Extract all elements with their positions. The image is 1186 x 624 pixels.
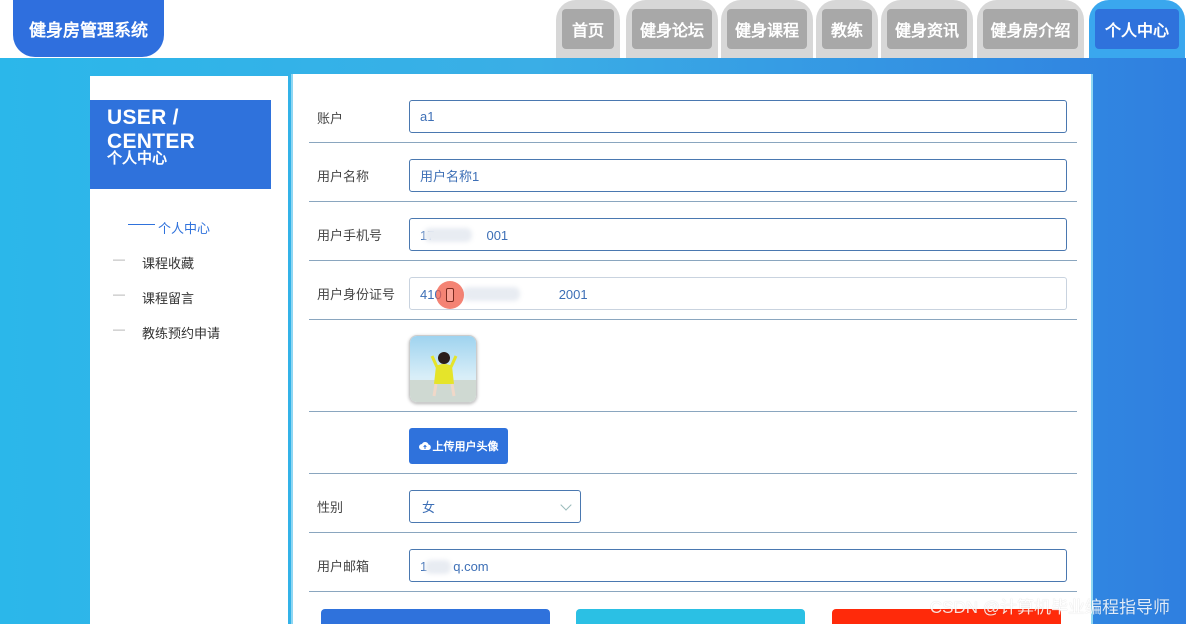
account-label: 账户 — [317, 111, 344, 126]
cursor-indicator — [436, 281, 464, 309]
sidebar-item-label: 课程留言 — [142, 291, 195, 306]
form-row-avatar — [309, 320, 1077, 412]
account-input[interactable]: a1 — [409, 100, 1067, 133]
avatar-photo-icon — [410, 336, 476, 402]
tab-gym-intro-label: 健身房介绍 — [983, 9, 1078, 49]
email-label: 用户邮箱 — [317, 559, 370, 574]
text-cursor-icon — [446, 288, 454, 302]
sidebar-item-course-favorites[interactable]: — 课程收藏 — [90, 249, 288, 271]
form-row-upload: 上传用户头像 — [309, 412, 1077, 474]
change-password-button[interactable] — [576, 609, 805, 624]
tab-gym-intro[interactable]: 健身房介绍 — [977, 0, 1084, 58]
phone-label: 用户手机号 — [317, 228, 383, 243]
tab-news-label: 健身资讯 — [887, 9, 967, 49]
upload-avatar-button[interactable]: 上传用户头像 — [409, 428, 508, 464]
active-indicator — [128, 224, 155, 225]
dash-icon: — — [113, 322, 125, 336]
form-row-account: 账户 a1 — [309, 83, 1077, 143]
gender-value: 女 — [422, 500, 436, 515]
sidebar-item-label: 课程收藏 — [142, 256, 195, 271]
sidebar-item-user-center[interactable]: 个人中心 — [90, 214, 288, 236]
tab-home[interactable]: 首页 — [556, 0, 620, 58]
user-center-subtitle: 个人中心 — [107, 150, 168, 167]
sidebar-item-label: 教练预约申请 — [142, 326, 221, 341]
tab-coaches[interactable]: 教练 — [816, 0, 878, 58]
top-bar: 健身房管理系统 首页 健身论坛 健身课程 教练 健身资讯 健身房介绍 个人中心 — [0, 0, 1186, 58]
username-label: 用户名称 — [317, 169, 370, 184]
user-center-header: USER / CENTER 个人中心 — [90, 100, 271, 189]
watermark: CSDN @计算机毕业编程指导师 — [929, 598, 1170, 617]
tab-courses[interactable]: 健身课程 — [721, 0, 813, 58]
tab-news[interactable]: 健身资讯 — [881, 0, 973, 58]
email-input[interactable]: 1 q.com — [409, 549, 1067, 582]
profile-form-panel: 账户 a1 用户名称 用户名称1 用户手机号 17 001 用户身份证号 410… — [291, 74, 1093, 624]
upload-avatar-label: 上传用户头像 — [432, 441, 499, 453]
form-row-idcard: 用户身份证号 410 2001 — [309, 261, 1077, 320]
app-logo[interactable]: 健身房管理系统 — [13, 0, 164, 57]
gender-select[interactable]: 女 — [409, 490, 581, 523]
sidebar: USER / CENTER 个人中心 个人中心 — 课程收藏 — 课程留言 — … — [90, 76, 288, 624]
tab-home-label: 首页 — [562, 9, 614, 49]
form-row-email: 用户邮箱 1 q.com — [309, 533, 1077, 592]
sidebar-item-course-messages[interactable]: — 课程留言 — [90, 284, 288, 306]
tab-coaches-label: 教练 — [822, 9, 872, 49]
privacy-blur — [425, 560, 451, 574]
form-row-gender: 性别 女 — [309, 474, 1077, 533]
tab-user-center[interactable]: 个人中心 — [1089, 0, 1185, 58]
form-row-username: 用户名称 用户名称1 — [309, 143, 1077, 202]
phone-input[interactable]: 17 001 — [409, 218, 1067, 251]
privacy-blur — [424, 228, 472, 242]
sidebar-item-label: 个人中心 — [158, 221, 211, 236]
gender-label: 性别 — [317, 500, 344, 515]
privacy-blur — [462, 287, 520, 301]
tab-courses-label: 健身课程 — [727, 9, 807, 49]
tab-forum-label: 健身论坛 — [632, 9, 712, 49]
cloud-upload-icon — [418, 442, 431, 450]
dash-icon: — — [113, 252, 125, 266]
tab-user-center-label: 个人中心 — [1095, 9, 1179, 49]
chevron-down-icon — [560, 499, 572, 511]
tab-forum[interactable]: 健身论坛 — [626, 0, 718, 58]
sidebar-item-coach-booking[interactable]: — 教练预约申请 — [90, 319, 288, 341]
idcard-label: 用户身份证号 — [317, 287, 396, 302]
username-input[interactable]: 用户名称1 — [409, 159, 1067, 192]
update-info-button[interactable] — [321, 609, 550, 624]
dash-icon: — — [113, 287, 125, 301]
avatar-image — [409, 335, 477, 403]
